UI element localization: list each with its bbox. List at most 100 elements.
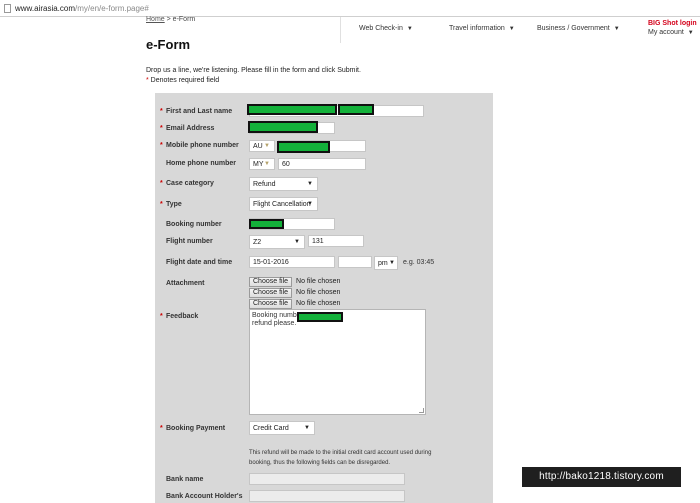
flight-date-label: Flight date and time — [166, 259, 232, 266]
case-category-label-text: Case category — [166, 180, 214, 187]
choose-file-button[interactable]: Choose file — [249, 299, 293, 309]
home-country-select[interactable]: MY ▼ — [249, 158, 275, 170]
ampm-value: pm — [378, 260, 388, 267]
flight-number-field[interactable]: 131 — [308, 235, 364, 247]
attachment-label-text: Attachment — [166, 280, 205, 287]
file-input[interactable]: Choose file No file chosen — [249, 277, 340, 287]
top-navigation: Web Check-in ▼ Travel information ▼ Busine… — [340, 17, 700, 43]
bank-name-field[interactable] — [249, 473, 405, 485]
page-icon — [4, 4, 11, 13]
flight-number-label-text: Flight number — [166, 238, 213, 245]
type-label: * Type — [160, 201, 182, 208]
required-star: * — [160, 142, 163, 149]
bank-holder-field[interactable] — [249, 490, 405, 502]
feedback-label-text: Feedback — [166, 313, 199, 320]
feedback-label: * Feedback — [160, 313, 199, 320]
bank-name-label-text: Bank name — [166, 476, 204, 483]
required-star: * — [160, 108, 163, 115]
nav-business-government[interactable]: Business / Government ▼ — [537, 25, 620, 32]
email-label: * Email Address — [160, 125, 214, 132]
url-text: www.airasia.com/my/en/e-form.page# — [15, 0, 149, 17]
my-account-label: My account — [648, 29, 684, 36]
type-label-text: Type — [166, 201, 182, 208]
redaction-mark — [277, 141, 330, 153]
form-panel — [155, 93, 493, 503]
breadcrumb-home-link[interactable]: Home — [146, 16, 165, 23]
choose-file-button[interactable]: Choose file — [249, 288, 293, 298]
home-code-value: 60 — [282, 161, 290, 168]
feedback-textarea[interactable]: Booking number refund please. — [249, 309, 426, 415]
chevron-down-icon: ▼ — [687, 30, 694, 36]
home-phone-label: Home phone number — [166, 160, 236, 167]
required-star: * — [160, 313, 163, 320]
chevron-down-icon: ▼ — [304, 425, 310, 431]
required-note-text: Denotes required field — [148, 77, 220, 84]
required-star: * — [160, 425, 163, 432]
home-country-value: MY — [253, 161, 264, 168]
bigshot-login-link[interactable]: BIG Shot login — [648, 20, 697, 27]
chevron-down-icon: ▼ — [307, 181, 313, 187]
flight-date-value: 15-01-2016 — [253, 259, 289, 266]
nav-web-checkin-label: Web Check-in — [359, 25, 403, 32]
required-star: * — [160, 125, 163, 132]
name-label: * First and Last name — [160, 108, 233, 115]
type-value: Flight Cancellation — [253, 201, 311, 208]
file-input[interactable]: Choose file No file chosen — [249, 288, 340, 298]
chevron-down-icon: ▼ — [307, 201, 313, 207]
type-select[interactable]: Flight Cancellation ▼ — [249, 197, 318, 211]
breadcrumb-separator: > — [164, 16, 173, 23]
choose-file-button[interactable]: Choose file — [249, 277, 293, 287]
case-category-value: Refund — [253, 181, 276, 188]
case-category-select[interactable]: Refund ▼ — [249, 177, 318, 191]
no-file-text: No file chosen — [296, 278, 341, 285]
file-input[interactable]: Choose file No file chosen — [249, 299, 340, 309]
chevron-down-icon: ▼ — [508, 26, 515, 32]
bank-holder-label-text: Bank Account Holder's — [166, 493, 243, 500]
bank-holder-label: Bank Account Holder's — [166, 493, 242, 500]
chevron-down-icon: ▼ — [264, 143, 270, 149]
url-host: www.airasia.com — [15, 4, 76, 13]
mobile-label: * Mobile phone number — [160, 142, 239, 149]
mobile-label-text: Mobile phone number — [166, 142, 239, 149]
breadcrumb: Home > e-Form — [146, 16, 195, 23]
flight-number-label: Flight number — [166, 238, 213, 245]
case-category-label: * Case category — [160, 180, 214, 187]
nav-travel-information[interactable]: Travel information ▼ — [449, 25, 515, 32]
redaction-mark — [249, 219, 284, 229]
address-bar[interactable]: www.airasia.com/my/en/e-form.page# — [0, 0, 700, 17]
booking-payment-select[interactable]: Credit Card ▼ — [249, 421, 315, 435]
nav-web-checkin[interactable]: Web Check-in ▼ — [359, 25, 413, 32]
mobile-country-select[interactable]: AU ▼ — [249, 140, 275, 152]
resize-handle-icon[interactable] — [419, 408, 424, 413]
url-path: /my/en/e-form.page# — [75, 4, 149, 13]
redaction-mark — [247, 104, 337, 115]
required-star: * — [160, 201, 163, 208]
home-phone-label-text: Home phone number — [166, 160, 237, 167]
flight-number-value: 131 — [312, 238, 324, 245]
ampm-select[interactable]: pm ▼ — [374, 256, 398, 270]
blog-watermark: http://bako1218.tistory.com — [522, 467, 681, 487]
chevron-down-icon: ▼ — [389, 260, 395, 266]
required-note: * Denotes required field — [146, 77, 219, 84]
flight-carrier-select[interactable]: Z2 ▼ — [249, 235, 305, 249]
breadcrumb-current: e-Form — [172, 16, 196, 23]
booking-number-label: Booking number — [166, 221, 222, 228]
required-star: * — [160, 180, 163, 187]
refund-note: This refund will be made to the initial … — [249, 450, 432, 466]
redaction-mark — [248, 121, 318, 133]
home-number-field[interactable]: 60 — [278, 158, 366, 170]
redaction-mark — [297, 312, 343, 322]
chevron-down-icon: ▼ — [406, 26, 413, 32]
flight-time-field[interactable] — [338, 256, 372, 268]
chevron-down-icon: ▼ — [264, 161, 270, 167]
name-label-text: First and Last name — [166, 108, 233, 115]
my-account-menu[interactable]: My account ▼ — [648, 29, 694, 36]
flight-date-label-text: Flight date and time — [166, 259, 233, 266]
intro-text: Drop us a line, we're listening. Please … — [146, 67, 361, 74]
redaction-mark — [338, 104, 374, 115]
no-file-text: No file chosen — [296, 289, 341, 296]
flight-date-field[interactable]: 15-01-2016 — [249, 256, 335, 268]
bank-name-label: Bank name — [166, 476, 203, 483]
nav-travel-information-label: Travel information — [449, 25, 505, 32]
attachment-label: Attachment — [166, 280, 205, 287]
